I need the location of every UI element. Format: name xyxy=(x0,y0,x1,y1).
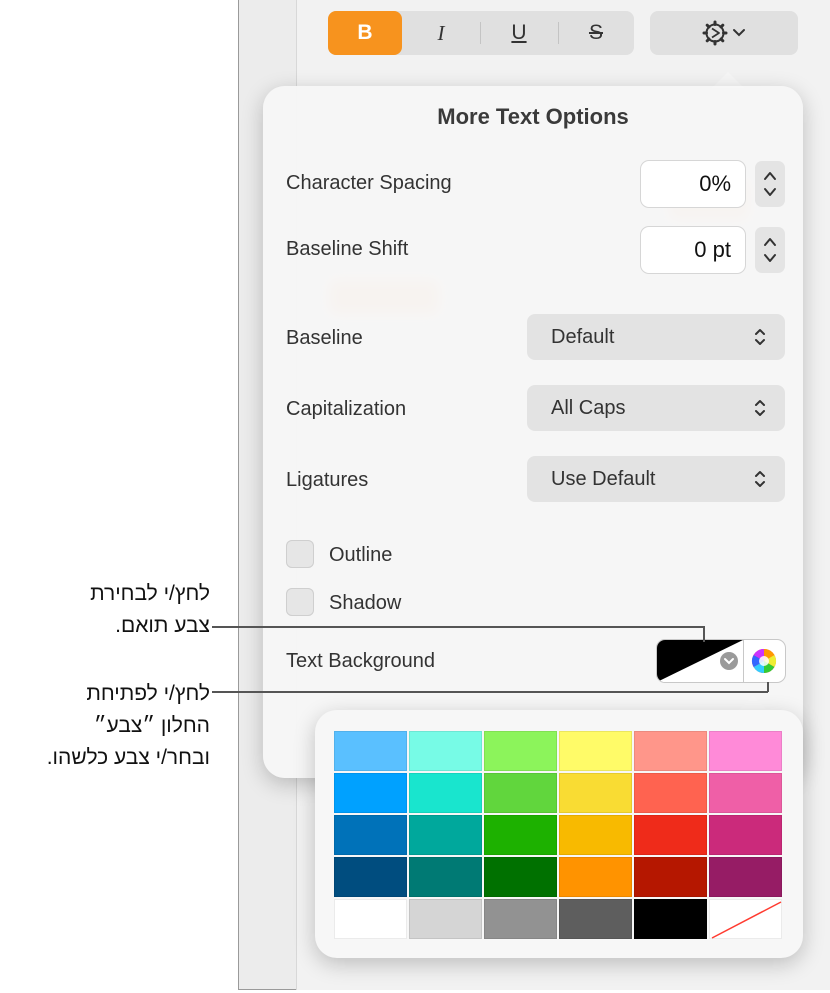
bold-button[interactable]: B xyxy=(328,11,402,55)
color-swatch[interactable] xyxy=(484,731,557,771)
updown-chevron-icon xyxy=(755,329,765,345)
updown-chevron-icon xyxy=(755,471,765,487)
color-swatch[interactable] xyxy=(559,773,632,813)
italic-button[interactable]: I xyxy=(402,11,480,55)
capitalization-popup[interactable]: All Caps xyxy=(527,385,785,431)
advanced-options-button[interactable] xyxy=(650,11,798,55)
ligatures-value: Use Default xyxy=(551,467,656,490)
color-swatch[interactable] xyxy=(409,815,482,855)
callout-matching-color: לחץ/י לבחירת צבע תואם. xyxy=(90,578,210,642)
baseline-value: Default xyxy=(551,325,615,348)
baseline-shift-field[interactable]: 0 pt xyxy=(641,227,745,273)
outline-checkbox[interactable] xyxy=(286,540,314,568)
character-spacing-stepper[interactable] xyxy=(755,161,785,207)
color-swatch[interactable] xyxy=(484,815,557,855)
color-swatch[interactable] xyxy=(409,857,482,897)
color-swatch[interactable] xyxy=(409,731,482,771)
color-swatch[interactable] xyxy=(334,773,407,813)
capitalization-value: All Caps xyxy=(551,396,626,419)
popover-title: More Text Options xyxy=(437,104,629,129)
color-wheel-icon[interactable] xyxy=(750,647,778,675)
color-swatch[interactable] xyxy=(559,731,632,771)
callout-line xyxy=(212,691,768,693)
color-swatch[interactable] xyxy=(334,815,407,855)
color-swatch[interactable] xyxy=(709,731,782,771)
color-swatch[interactable] xyxy=(334,857,407,897)
palette-arrow xyxy=(738,696,768,711)
divider xyxy=(743,640,744,682)
character-spacing-field[interactable]: 0% xyxy=(641,161,745,207)
strikethrough-button[interactable]: S xyxy=(558,11,634,55)
color-swatch[interactable] xyxy=(634,773,707,813)
callout-color-window: לחץ/י לפתיחת החלון ״צבע״ ובחר/י צבע כלשה… xyxy=(47,678,210,774)
underline-button[interactable]: U xyxy=(480,11,558,55)
color-swatch[interactable] xyxy=(409,899,482,939)
callout-line-text: צבע תואם. xyxy=(115,614,210,637)
color-swatch[interactable] xyxy=(484,857,557,897)
callout-line xyxy=(212,626,704,628)
baseline-label: Baseline xyxy=(286,327,363,349)
color-swatch[interactable] xyxy=(334,731,407,771)
color-swatch[interactable] xyxy=(709,773,782,813)
outline-label: Outline xyxy=(329,544,393,566)
callout-line-text: לחץ/י לפתיחת xyxy=(86,682,210,705)
baseline-shift-label: Baseline Shift xyxy=(286,238,409,260)
baseline-shift-stepper[interactable] xyxy=(755,227,785,273)
shadow-checkbox[interactable] xyxy=(286,588,314,616)
gear-icon xyxy=(702,20,728,46)
color-swatch[interactable] xyxy=(334,899,407,939)
stepper-arrows-icon xyxy=(764,172,776,196)
ligatures-label: Ligatures xyxy=(286,469,369,491)
color-swatch[interactable] xyxy=(634,857,707,897)
color-swatch[interactable] xyxy=(709,815,782,855)
shadow-label: Shadow xyxy=(329,592,402,614)
callout-line xyxy=(703,626,705,642)
stepper-arrows-icon xyxy=(764,238,776,262)
chevron-down-icon xyxy=(733,29,745,37)
color-swatch[interactable] xyxy=(484,773,557,813)
updown-chevron-icon xyxy=(755,400,765,416)
baseline-popup[interactable]: Default xyxy=(527,314,785,360)
chevron-down-icon[interactable] xyxy=(719,651,739,671)
text-background-color-well[interactable] xyxy=(657,640,785,682)
capitalization-label: Capitalization xyxy=(286,398,407,420)
text-background-label: Text Background xyxy=(286,650,435,672)
color-swatch[interactable] xyxy=(559,815,632,855)
color-swatch[interactable] xyxy=(559,899,632,939)
color-swatch[interactable] xyxy=(634,731,707,771)
color-swatch[interactable] xyxy=(634,899,707,939)
ligatures-popup[interactable]: Use Default xyxy=(527,456,785,502)
color-swatch[interactable] xyxy=(634,815,707,855)
color-swatch[interactable] xyxy=(484,899,557,939)
callout-line-text: ובחר/י צבע כלשהו. xyxy=(46,746,210,769)
callout-line-text: החלון ״צבע״ xyxy=(93,714,210,737)
color-swatch[interactable] xyxy=(409,773,482,813)
no-color-swatch[interactable] xyxy=(709,899,782,939)
callout-line-text: לחץ/י לבחירת xyxy=(90,582,210,605)
color-swatch[interactable] xyxy=(709,857,782,897)
callout-line xyxy=(767,682,769,692)
color-swatch[interactable] xyxy=(559,857,632,897)
character-spacing-label: Character Spacing xyxy=(286,172,452,194)
